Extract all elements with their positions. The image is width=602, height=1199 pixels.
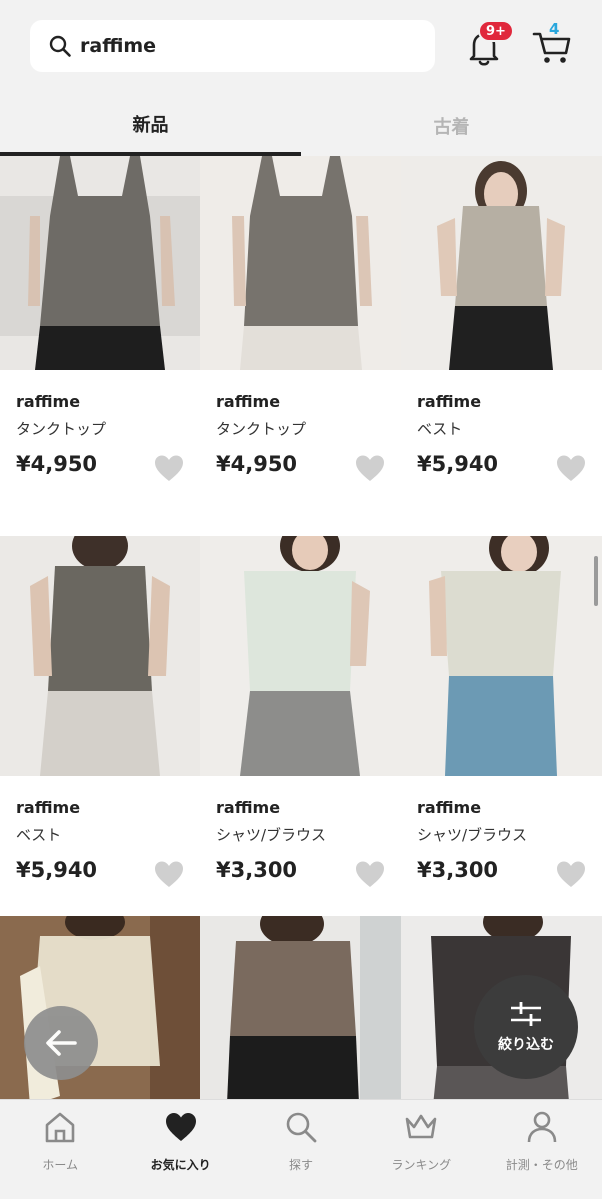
tab-used[interactable]: 古着	[301, 96, 602, 156]
tab-new[interactable]: 新品	[0, 96, 301, 156]
product-category: シャツ/ブラウス	[216, 826, 327, 844]
tab-bar: 新品 古着	[0, 96, 602, 156]
crown-icon	[406, 1114, 437, 1139]
product-brand: raffime	[417, 798, 482, 817]
person-icon	[527, 1111, 557, 1143]
product-card[interactable]	[200, 916, 401, 1126]
home-icon	[45, 1112, 75, 1143]
product-price: ¥3,300	[417, 858, 499, 882]
product-price: ¥4,950	[216, 452, 298, 476]
nav-label-home: ホーム	[42, 1158, 79, 1172]
product-brand: raffime	[216, 392, 281, 411]
nav-item-search[interactable]: 探す	[241, 1100, 361, 1199]
search-input[interactable]: raffime	[30, 20, 435, 72]
nav-item-ranking[interactable]: ランキング	[361, 1100, 481, 1199]
nav-item-measure-other[interactable]: 計測・その他	[482, 1100, 602, 1199]
favorite-heart-icon[interactable]	[154, 454, 184, 482]
favorite-heart-icon[interactable]	[154, 860, 184, 888]
product-category: ベスト	[16, 826, 62, 844]
product-price: ¥4,950	[16, 452, 98, 476]
product-category: ベスト	[417, 420, 463, 438]
nav-label-search: 探す	[288, 1158, 313, 1172]
favorite-heart-icon[interactable]	[556, 454, 586, 482]
product-image[interactable]	[0, 536, 200, 776]
product-image[interactable]	[200, 156, 401, 370]
product-image[interactable]	[0, 156, 200, 370]
bottom-nav: ホーム お気に入り 探す ランキング 計測・その他	[0, 1099, 602, 1199]
product-card[interactable]: raffime シャツ/ブラウス ¥3,300	[200, 536, 401, 916]
nav-item-home[interactable]: ホーム	[0, 1100, 120, 1199]
search-icon	[286, 1112, 317, 1143]
product-card[interactable]: raffime タンクトップ ¥4,950	[200, 156, 401, 536]
product-image[interactable]	[401, 156, 602, 370]
product-price: ¥5,940	[417, 452, 499, 476]
product-card[interactable]: raffime ベスト ¥5,940	[0, 536, 200, 916]
favorite-heart-icon[interactable]	[355, 454, 385, 482]
search-query: raffime	[80, 35, 157, 57]
back-button[interactable]	[24, 1006, 98, 1080]
product-category: タンクトップ	[16, 420, 107, 438]
product-image[interactable]	[200, 536, 401, 776]
product-image[interactable]	[401, 536, 602, 776]
product-category: タンクトップ	[216, 420, 307, 438]
nav-label-measure-other: 計測・その他	[505, 1158, 578, 1172]
filter-button-label: 絞り込む	[498, 1037, 554, 1053]
nav-label-ranking: ランキング	[391, 1158, 452, 1172]
nav-item-favorites[interactable]: お気に入り	[120, 1100, 240, 1199]
arrow-left-icon	[46, 1030, 77, 1056]
notification-badge: 9+	[478, 20, 514, 42]
favorite-heart-icon[interactable]	[556, 860, 586, 888]
scrollbar[interactable]	[594, 556, 598, 606]
product-card[interactable]: raffime タンクトップ ¥4,950	[0, 156, 200, 536]
product-brand: raffime	[216, 798, 281, 817]
product-brand: raffime	[16, 392, 81, 411]
product-price: ¥5,940	[16, 858, 98, 882]
product-image[interactable]	[200, 916, 401, 1126]
filter-button[interactable]: 絞り込む	[474, 975, 578, 1079]
filter-sliders-icon	[511, 1002, 541, 1026]
product-brand: raffime	[417, 392, 482, 411]
cart-count: 4	[549, 20, 560, 38]
product-card[interactable]: raffime シャツ/ブラウス ¥3,300	[401, 536, 602, 916]
heart-icon	[165, 1113, 196, 1141]
product-card[interactable]: raffime ベスト ¥5,940	[401, 156, 602, 536]
product-price: ¥3,300	[216, 858, 298, 882]
product-category: シャツ/ブラウス	[417, 826, 528, 844]
favorite-heart-icon[interactable]	[355, 860, 385, 888]
nav-label-favorites: お気に入り	[150, 1158, 211, 1172]
search-icon	[49, 35, 71, 57]
product-brand: raffime	[16, 798, 81, 817]
app-header: raffime 9+ 4 新品 古着	[0, 0, 602, 156]
